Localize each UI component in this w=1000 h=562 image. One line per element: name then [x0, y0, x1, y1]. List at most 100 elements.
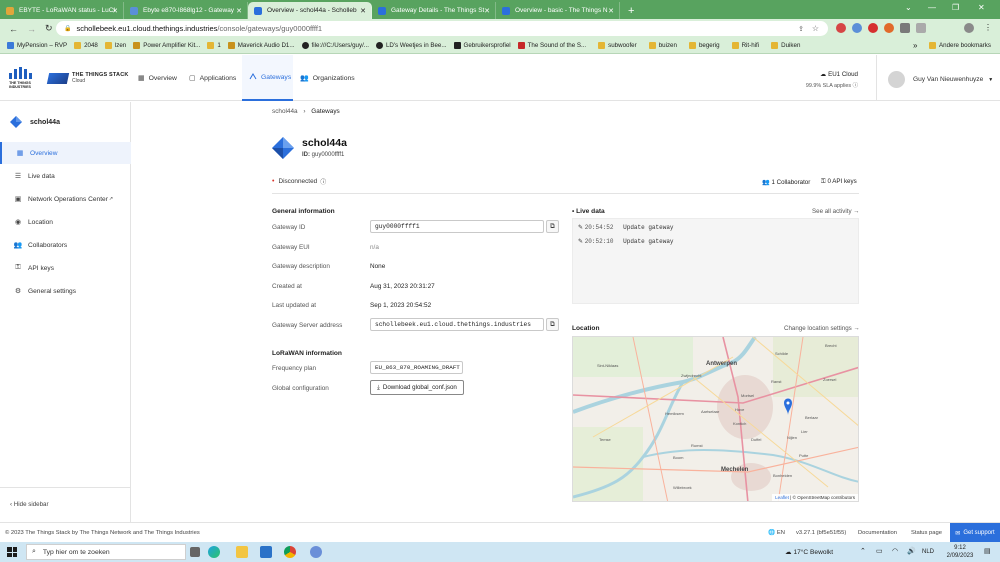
browser-tab[interactable]: Ebyte e870-l868lg12 - Gateway ✕ — [124, 2, 248, 19]
extension-icon[interactable] — [836, 23, 846, 33]
bookmark-item[interactable]: buizen — [648, 42, 677, 49]
hide-sidebar-button[interactable]: ‹ Hide sidebar — [10, 501, 49, 508]
change-location-link[interactable]: Change location settings → — [784, 325, 860, 332]
nav-applications[interactable]: ▢ Applications — [189, 55, 239, 101]
copy-icon[interactable]: ⧉ — [546, 318, 559, 331]
weather-widget[interactable]: ☁ 17°C Bewolkt — [785, 548, 833, 556]
new-tab-button[interactable]: + — [628, 5, 634, 17]
maximize-icon[interactable]: ❐ — [952, 3, 959, 12]
sidebar-item-noc[interactable]: ▣ Network Operations Center ↗ — [0, 188, 131, 210]
task-view-icon[interactable] — [190, 547, 200, 557]
nav-gateways[interactable]: Gateways — [242, 55, 293, 101]
browser-tab[interactable]: Gateway Details - The Things St ✕ — [372, 2, 496, 19]
minimize-icon[interactable]: — — [928, 3, 936, 12]
back-icon[interactable]: ← — [9, 24, 18, 34]
reload-icon[interactable]: ↻ — [45, 23, 53, 34]
extension-icon[interactable] — [884, 23, 894, 33]
user-menu[interactable]: Guy Van Nieuwenhuyze ▼ — [888, 71, 993, 88]
chrome-icon[interactable] — [284, 546, 296, 558]
edge-icon[interactable] — [208, 546, 220, 558]
share-icon[interactable]: ⇪ — [798, 25, 804, 33]
bookmark-item[interactable]: begerig — [688, 42, 720, 49]
bookmark-item[interactable]: Gebruikersprofiel — [453, 42, 511, 49]
cluster-info[interactable]: ☁ EU1 Cloud 99.9% SLA applies ⓘ — [800, 71, 858, 89]
nav-overview[interactable]: ▦ Overview — [138, 55, 180, 101]
sidebar-item-general-settings[interactable]: ⚙ General settings — [0, 280, 131, 302]
close-tab-icon[interactable]: ✕ — [608, 7, 614, 15]
sidebar-item-overview[interactable]: ▦ Overview — [0, 142, 131, 164]
file-explorer-icon[interactable] — [236, 546, 248, 558]
api-keys-count[interactable]: ⚿ 0 API keys — [821, 178, 857, 186]
taskbar-search-input[interactable]: ⌕ Typ hier om te zoeken — [26, 544, 186, 560]
sidebar-item-collaborators[interactable]: 👥 Collaborators — [0, 234, 131, 256]
breadcrumb-item[interactable]: Gateways — [311, 108, 339, 115]
bookmark-item[interactable]: 1 — [207, 42, 221, 49]
bookmark-item[interactable]: file:///C:/Users/guy/... — [301, 42, 369, 49]
close-tab-icon[interactable]: ✕ — [484, 7, 490, 15]
wifi-icon[interactable]: ◠ — [892, 547, 898, 555]
server-address-field[interactable]: schollebeek.eu1.cloud.thethings.industri… — [370, 318, 544, 331]
browser-tab[interactable]: Overview - basic - The Things N ✕ — [496, 2, 620, 19]
bookmark-item[interactable]: subwoofer — [598, 42, 637, 49]
windows-start-icon[interactable] — [7, 547, 17, 557]
menu-icon[interactable]: ⋮ — [984, 23, 992, 32]
get-support-button[interactable]: ✉ Get support — [950, 523, 1000, 543]
event-row[interactable]: ✎ 20:52:10 Update gateway — [578, 238, 674, 245]
stack-logo-icon — [46, 72, 70, 84]
event-row[interactable]: ✎ 20:54:52 Update gateway — [578, 224, 674, 231]
chevron-down-icon[interactable]: ⌄ — [905, 3, 912, 12]
close-tab-icon[interactable]: ✕ — [112, 7, 118, 15]
breadcrumb-item[interactable]: schol44a — [272, 108, 298, 115]
bookmarks-more-button[interactable]: » — [913, 41, 917, 50]
bookmark-item[interactable]: The Sound of the S... — [517, 42, 586, 49]
pinterest-icon[interactable] — [868, 23, 878, 33]
notification-icon[interactable]: ▤ — [984, 547, 991, 555]
leaflet-link[interactable]: Leaflet — [775, 495, 789, 500]
close-tab-icon[interactable]: ✕ — [360, 7, 366, 15]
url-input[interactable]: 🔒 schollebeek.eu1.cloud.thethings.indust… — [56, 21, 828, 36]
tray-chevron-icon[interactable]: ⌃ — [860, 547, 866, 555]
mail-icon[interactable] — [260, 546, 272, 558]
forward-icon[interactable]: → — [27, 24, 36, 34]
browser-tab[interactable]: EBYTE - LoRaWAN status - LuCI ✕ — [0, 2, 124, 19]
app-icon[interactable] — [310, 546, 322, 558]
sidebar-item-live-data[interactable]: ☰ Live data — [0, 165, 131, 187]
sidebar-item-location[interactable]: ◉ Location — [0, 211, 131, 233]
puzzle-icon[interactable] — [900, 23, 910, 33]
bookmark-item[interactable]: lzen — [104, 42, 126, 49]
bookmark-item[interactable]: 2048 — [74, 42, 98, 49]
star-icon[interactable]: ☆ — [812, 24, 819, 33]
download-global-conf-button[interactable]: ⤓ Download global_conf.json — [370, 380, 464, 395]
globe-icon — [301, 42, 309, 49]
volume-icon[interactable]: 🔊 — [907, 547, 916, 555]
bookmark-item[interactable]: LD's Weetjes in Bee... — [375, 42, 447, 49]
other-bookmarks[interactable]: Andere bookmarks — [929, 42, 991, 49]
documentation-link[interactable]: Documentation — [858, 530, 897, 536]
bookmark-item[interactable]: Duiken — [771, 42, 800, 49]
bookmark-item[interactable]: Power Amplifier Kit... — [133, 42, 200, 49]
copy-icon[interactable]: ⧉ — [546, 220, 559, 233]
bookmark-item[interactable]: MyPension – RVP — [7, 42, 67, 49]
collaborators-count[interactable]: 👥 1 Collaborator — [762, 178, 810, 186]
bookmark-item[interactable]: Maverick Audio D1... — [227, 42, 295, 49]
network-icon[interactable]: ▭ — [876, 547, 883, 555]
stack-logo[interactable]: THE THINGS STACK Cloud — [46, 72, 129, 84]
info-icon[interactable]: ⓘ — [320, 177, 326, 186]
gateway-id-field[interactable]: guy0000ffff1 — [370, 220, 544, 233]
location-map[interactable]: Antwerpen Mechelen Schilde Lier Boom Kon… — [572, 336, 859, 502]
sidepanel-icon[interactable] — [916, 23, 926, 33]
input-language[interactable]: NLD — [922, 549, 934, 555]
nav-organizations[interactable]: 👥 Organizations — [300, 55, 360, 101]
close-window-icon[interactable]: ✕ — [978, 3, 985, 12]
extension-icon[interactable] — [852, 23, 862, 33]
status-page-link[interactable]: Status page — [911, 530, 942, 536]
language-selector[interactable]: 🌐 EN — [768, 530, 785, 536]
close-tab-icon[interactable]: ✕ — [236, 7, 242, 15]
browser-tab-active[interactable]: Overview - schol44a - Scholleb ✕ — [248, 2, 372, 19]
clock[interactable]: 9:12 2/09/2023 — [944, 544, 976, 560]
bookmark-item[interactable]: Rit-hifi — [731, 42, 759, 49]
sidebar-item-api-keys[interactable]: ⚿ API keys — [0, 257, 131, 279]
profile-avatar[interactable] — [964, 23, 974, 33]
tti-logo[interactable]: THE THINGS INDUSTRIES — [8, 67, 32, 91]
see-all-activity-link[interactable]: See all activity → — [812, 208, 859, 215]
